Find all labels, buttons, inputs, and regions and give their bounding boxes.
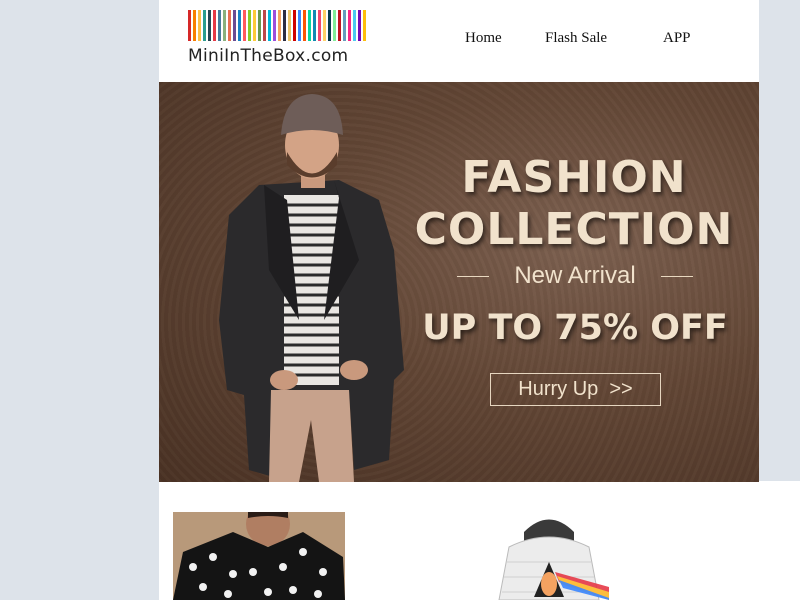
email-body: MiniInTheBox.com Home Flash Sale APP FAS… bbox=[159, 0, 759, 600]
logo-stripe bbox=[273, 10, 276, 41]
logo-stripe bbox=[353, 10, 356, 41]
logo-stripe bbox=[278, 10, 281, 41]
nav-home-link[interactable]: Home bbox=[465, 30, 502, 47]
logo-stripe bbox=[218, 10, 221, 41]
hurry-up-button[interactable]: Hurry Up >> bbox=[490, 373, 661, 406]
banner-subtitle: New Arrival bbox=[457, 262, 693, 290]
hero-banner[interactable]: FASHION COLLECTION New Arrival UP TO 75%… bbox=[159, 82, 759, 482]
logo-stripe bbox=[203, 10, 206, 41]
banner-title-line2: COLLECTION bbox=[414, 204, 734, 255]
logo-stripe bbox=[258, 10, 261, 41]
logo-stripe bbox=[193, 10, 196, 41]
logo-stripe bbox=[333, 10, 336, 41]
logo-stripe bbox=[248, 10, 251, 41]
logo-stripe bbox=[328, 10, 331, 41]
logo-stripe bbox=[283, 10, 286, 41]
logo-stripe bbox=[243, 10, 246, 41]
logo-stripe bbox=[288, 10, 291, 41]
banner-offer: UP TO 75% OFF bbox=[422, 308, 728, 348]
logo-stripe bbox=[358, 10, 361, 41]
logo-stripe bbox=[233, 10, 236, 41]
logo-stripe bbox=[348, 10, 351, 41]
polka-dot-shirt-photo bbox=[173, 512, 345, 600]
logo-stripe bbox=[343, 10, 346, 41]
logo-stripe bbox=[253, 10, 256, 41]
logo-stripe bbox=[213, 10, 216, 41]
logo-stripe bbox=[223, 10, 226, 41]
banner-title-line1: FASHION bbox=[461, 152, 687, 203]
product-image-printed-hoodie[interactable] bbox=[489, 512, 609, 600]
logo-stripe bbox=[323, 10, 326, 41]
product-image-polka-dot-shirt[interactable] bbox=[173, 512, 345, 600]
logo-stripe bbox=[263, 10, 266, 41]
subtitle-rule-left bbox=[457, 275, 489, 277]
subtitle-rule-right bbox=[660, 275, 693, 277]
logo-stripe bbox=[293, 10, 296, 41]
model-photo bbox=[219, 94, 404, 482]
email-header: MiniInTheBox.com Home Flash Sale APP bbox=[159, 0, 759, 82]
logo-text: MiniInTheBox.com bbox=[188, 46, 349, 66]
logo-stripe bbox=[228, 10, 231, 41]
logo[interactable]: MiniInTheBox.com bbox=[188, 10, 373, 66]
logo-stripe bbox=[208, 10, 211, 41]
nav-app-link[interactable]: APP bbox=[663, 30, 691, 47]
right-band bbox=[759, 481, 800, 600]
logo-stripe bbox=[188, 10, 191, 41]
logo-stripe bbox=[318, 10, 321, 41]
logo-stripe bbox=[303, 10, 306, 41]
logo-stripes bbox=[188, 10, 373, 41]
logo-stripe bbox=[338, 10, 341, 41]
logo-stripe bbox=[308, 10, 311, 41]
logo-stripe bbox=[298, 10, 301, 41]
logo-stripe bbox=[268, 10, 271, 41]
banner-subtitle-text: New Arrival bbox=[514, 262, 636, 289]
nav-flash-sale-link[interactable]: Flash Sale bbox=[545, 30, 607, 47]
logo-stripe bbox=[313, 10, 316, 41]
logo-stripe bbox=[198, 10, 201, 41]
logo-stripe bbox=[238, 10, 241, 41]
printed-hoodie-photo bbox=[489, 512, 609, 600]
logo-stripe bbox=[363, 10, 366, 41]
